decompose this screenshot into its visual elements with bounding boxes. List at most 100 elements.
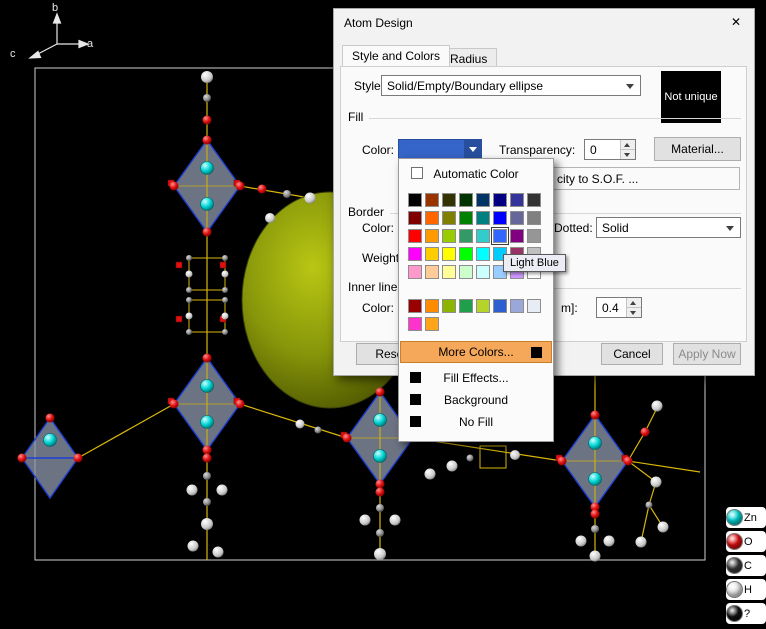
- material-button[interactable]: Material...: [654, 137, 741, 161]
- color-swatch[interactable]: [510, 193, 524, 207]
- color-swatch[interactable]: [476, 193, 490, 207]
- color-swatch[interactable]: [408, 265, 422, 279]
- color-swatch[interactable]: [493, 211, 507, 225]
- color-swatch[interactable]: [425, 265, 439, 279]
- color-swatch[interactable]: [493, 229, 507, 243]
- color-swatch[interactable]: [442, 299, 456, 313]
- border-color-label: Color:: [362, 221, 394, 235]
- axis-b-label: b: [52, 2, 58, 14]
- coordinate-axes-icon: [30, 14, 88, 58]
- atom-sphere-icon: [726, 581, 743, 598]
- color-swatch[interactable]: [442, 211, 456, 225]
- apply-now-button[interactable]: Apply Now: [673, 343, 741, 365]
- transparency-label: Transparency:: [499, 143, 575, 157]
- dotted-select[interactable]: Solid: [596, 217, 741, 238]
- color-swatch[interactable]: [510, 229, 524, 243]
- color-swatch[interactable]: [442, 265, 456, 279]
- color-swatch[interactable]: [459, 211, 473, 225]
- automatic-color-item[interactable]: Automatic Color: [400, 163, 552, 185]
- color-swatch[interactable]: [425, 247, 439, 261]
- no-fill-icon: [410, 416, 421, 427]
- color-swatch[interactable]: [459, 247, 473, 261]
- color-swatch[interactable]: [527, 193, 541, 207]
- close-icon[interactable]: ✕: [720, 11, 752, 33]
- legend-item: Zn: [726, 507, 766, 528]
- color-swatch[interactable]: [476, 229, 490, 243]
- color-swatch[interactable]: [408, 317, 422, 331]
- divider: [369, 118, 741, 119]
- inner-line-color-label: Color:: [362, 301, 394, 315]
- checkbox-icon: [411, 167, 423, 179]
- fill-color-select[interactable]: [398, 139, 482, 160]
- atom-sphere-icon: [726, 557, 743, 574]
- background-item[interactable]: Background: [400, 389, 552, 411]
- legend-label: C: [744, 560, 752, 572]
- fill-effects-icon: [410, 372, 421, 383]
- color-swatch[interactable]: [459, 193, 473, 207]
- no-fill-label: No Fill: [459, 415, 493, 429]
- color-swatch[interactable]: [442, 247, 456, 261]
- color-swatch[interactable]: [510, 299, 524, 313]
- color-swatch[interactable]: [459, 265, 473, 279]
- color-swatch[interactable]: [493, 193, 507, 207]
- color-swatch[interactable]: [425, 211, 439, 225]
- color-swatch[interactable]: [425, 317, 439, 331]
- cancel-button[interactable]: Cancel: [601, 343, 663, 365]
- chevron-down-icon: [626, 84, 634, 89]
- tab-style-and-colors[interactable]: Style and Colors: [342, 45, 450, 66]
- border-group-label: Border: [348, 205, 384, 219]
- atom-sphere-icon: [726, 509, 743, 526]
- more-colors-label: More Colors...: [438, 345, 513, 359]
- legend-label: H: [744, 584, 752, 596]
- legend-label: O: [744, 536, 753, 548]
- atom-sphere-icon: [726, 605, 743, 622]
- color-swatch[interactable]: [408, 247, 422, 261]
- color-swatch[interactable]: [476, 211, 490, 225]
- color-swatch[interactable]: [408, 229, 422, 243]
- atom-sphere-icon: [726, 533, 743, 550]
- color-swatch[interactable]: [425, 193, 439, 207]
- color-swatch[interactable]: [510, 211, 524, 225]
- background-label: Background: [444, 393, 508, 407]
- color-swatch[interactable]: [408, 193, 422, 207]
- color-swatch[interactable]: [459, 299, 473, 313]
- chevron-down-icon: [464, 140, 481, 159]
- color-swatch[interactable]: [425, 229, 439, 243]
- color-swatch[interactable]: [527, 299, 541, 313]
- color-swatch[interactable]: [408, 299, 422, 313]
- border-weight-label: Weight: [362, 251, 399, 265]
- no-fill-item[interactable]: No Fill: [400, 411, 552, 433]
- spinner-down-icon[interactable]: [627, 307, 641, 317]
- spinner-up-icon[interactable]: [627, 298, 641, 307]
- style-select-value: Solid/Empty/Boundary ellipse: [387, 79, 543, 93]
- legend-item: C: [726, 555, 766, 576]
- inner-line-weight-label: m]:: [561, 301, 578, 315]
- fill-effects-item[interactable]: Fill Effects...: [400, 367, 552, 389]
- color-swatch[interactable]: [527, 211, 541, 225]
- color-swatch[interactable]: [476, 265, 490, 279]
- transparency-spinner[interactable]: 0: [584, 139, 636, 160]
- style-select[interactable]: Solid/Empty/Boundary ellipse: [381, 75, 641, 96]
- axis-c-label: c: [10, 48, 16, 60]
- more-colors-item[interactable]: More Colors...: [400, 341, 552, 363]
- color-swatch[interactable]: [476, 299, 490, 313]
- axis-a-label: a: [87, 38, 93, 50]
- fill-color-label: Color:: [362, 143, 394, 157]
- color-swatch[interactable]: [425, 299, 439, 313]
- color-swatch[interactable]: [527, 229, 541, 243]
- sof-checkbox-label: city to S.O.F. ...: [557, 172, 638, 186]
- color-swatch[interactable]: [459, 229, 473, 243]
- style-label: Style:: [354, 79, 384, 93]
- inner-line-weight-value: 0.4: [597, 298, 626, 317]
- color-swatch[interactable]: [408, 211, 422, 225]
- color-swatch[interactable]: [476, 247, 490, 261]
- legend-item: ?: [726, 603, 766, 624]
- color-swatch[interactable]: [442, 229, 456, 243]
- dialog-title: Atom Design: [344, 16, 413, 30]
- spinner-down-icon[interactable]: [621, 149, 635, 159]
- spinner-up-icon[interactable]: [621, 140, 635, 149]
- inner-line-weight-spinner[interactable]: 0.4: [596, 297, 642, 318]
- color-swatch[interactable]: [493, 299, 507, 313]
- color-swatch[interactable]: [442, 193, 456, 207]
- custom-color-grid: [408, 299, 541, 331]
